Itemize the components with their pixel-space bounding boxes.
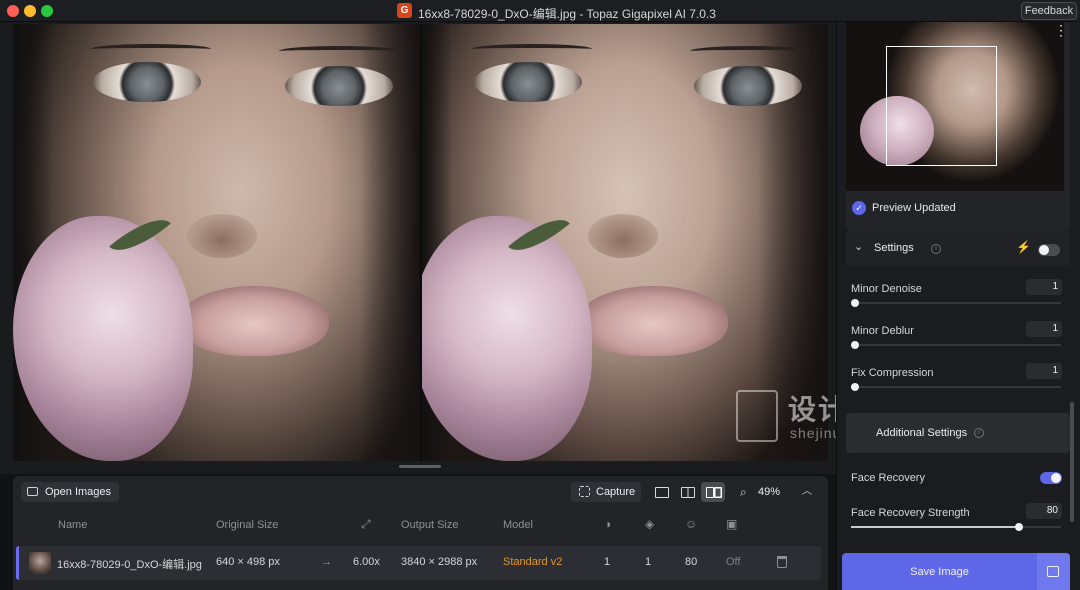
minor-deblur-slider-knob[interactable] xyxy=(851,341,859,349)
settings-title: Settings xyxy=(874,242,914,254)
open-images-label: Open Images xyxy=(45,486,112,498)
output-size-value: 3840 × 2988 px xyxy=(401,556,478,568)
settings-sidebar: ⋮ ✓ Preview Updated ⌄ Settings i ⚡ Minor… xyxy=(836,22,1080,590)
minor-denoise-label: Minor Denoise xyxy=(851,283,922,295)
sidebar-scrollbar[interactable] xyxy=(1070,402,1074,522)
capture-icon xyxy=(579,486,590,497)
check-circle-icon: ✓ xyxy=(852,201,866,215)
compression-icon: ▣ xyxy=(726,517,738,531)
deblur-value: 1 xyxy=(645,556,652,568)
capture-button[interactable]: Capture xyxy=(571,482,641,502)
single-view-button[interactable] xyxy=(649,482,673,502)
expand-arrows-icon: ⤢ xyxy=(361,517,371,531)
side-by-side-view-button[interactable] xyxy=(701,482,725,502)
compression-value: Off xyxy=(726,556,741,568)
app-logo-icon: G xyxy=(397,3,412,18)
split-view-button[interactable] xyxy=(675,482,699,502)
minor-denoise-slider[interactable] xyxy=(851,302,1061,304)
face-recovery-value: 80 xyxy=(685,556,698,568)
deblur-icon: ◈ xyxy=(645,517,655,531)
capture-label: Capture xyxy=(596,486,636,498)
chevron-up-icon[interactable]: ︿ xyxy=(802,482,812,502)
model-value[interactable]: Standard v2 xyxy=(503,556,562,568)
face-recovery-strength-slider[interactable] xyxy=(851,526,1061,528)
open-images-button[interactable]: Open Images xyxy=(21,482,120,502)
auto-settings-toggle[interactable] xyxy=(1038,244,1060,256)
scale-value: 6.00x xyxy=(353,556,380,568)
arrow-right-icon: → xyxy=(321,556,332,568)
file-thumbnail xyxy=(29,552,51,574)
preview-status-label: Preview Updated xyxy=(872,202,956,214)
navigator-viewport-rect[interactable] xyxy=(886,46,997,166)
feedback-button[interactable]: Feedback xyxy=(1021,2,1077,20)
window-maximize-button[interactable] xyxy=(41,5,53,17)
additional-settings-header[interactable]: Additional Settings i xyxy=(846,413,1070,453)
info-icon[interactable]: i xyxy=(974,428,984,438)
column-header-original-size[interactable]: Original Size xyxy=(216,519,278,531)
toggle-knob xyxy=(1051,473,1061,483)
save-image-label: Save Image xyxy=(910,566,969,578)
minor-denoise-value[interactable]: 1 xyxy=(1026,279,1062,295)
toggle-knob xyxy=(1039,245,1049,255)
fix-compression-value[interactable]: 1 xyxy=(1026,363,1062,379)
info-icon[interactable]: i xyxy=(931,244,941,254)
zoom-icon: ⌕ xyxy=(740,485,747,499)
column-header-model[interactable]: Model xyxy=(503,519,533,531)
column-header-name[interactable]: Name xyxy=(58,519,87,531)
zoom-control[interactable]: ⌕ 49% ︿ xyxy=(736,482,816,502)
face-recovery-strength-value[interactable]: 80 xyxy=(1026,503,1062,519)
face-recovery-strength-label: Face Recovery Strength xyxy=(851,507,970,519)
denoise-value: 1 xyxy=(604,556,611,568)
preview-status: ✓ Preview Updated xyxy=(852,201,956,215)
minor-deblur-label: Minor Deblur xyxy=(851,325,914,337)
fix-compression-label: Fix Compression xyxy=(851,367,934,379)
window-close-button[interactable] xyxy=(7,5,19,17)
panel-resize-handle[interactable] xyxy=(399,465,441,468)
more-options-icon[interactable]: ⋮ xyxy=(1054,23,1068,37)
navigator-card: ⋮ ✓ Preview Updated xyxy=(846,22,1070,232)
fix-compression-slider[interactable] xyxy=(851,386,1061,388)
denoise-icon: ◑ xyxy=(604,517,612,531)
face-icon: ☺ xyxy=(685,517,698,531)
image-list-panel: Open Images Capture ⌕ 49% ︿ Name Origina… xyxy=(13,476,828,590)
face-recovery-toggle[interactable] xyxy=(1040,472,1062,484)
settings-section-header[interactable]: ⌄ Settings i ⚡ xyxy=(846,232,1070,265)
minor-deblur-slider[interactable] xyxy=(851,344,1061,346)
fix-compression-slider-knob[interactable] xyxy=(851,383,859,391)
image-icon xyxy=(27,487,38,496)
face-recovery-strength-slider-knob[interactable] xyxy=(1015,523,1023,531)
export-settings-icon xyxy=(1047,566,1059,577)
slider-fill xyxy=(851,526,1019,528)
additional-settings-title: Additional Settings xyxy=(876,427,968,439)
chevron-down-icon[interactable]: ⌄ xyxy=(854,240,863,253)
minor-deblur-value[interactable]: 1 xyxy=(1026,321,1062,337)
column-header-output-size[interactable]: Output Size xyxy=(401,519,458,531)
window-title: 16xx8-78029-0_DxO-编辑.jpg - Topaz Gigapix… xyxy=(418,7,716,21)
watermark-logo-icon xyxy=(736,390,778,442)
table-row[interactable]: 16xx8-78029-0_DxO-编辑.jpg 640 × 498 px → … xyxy=(16,546,821,580)
original-size-value: 640 × 498 px xyxy=(216,556,280,568)
export-options-button[interactable] xyxy=(1037,553,1070,590)
zoom-value: 49% xyxy=(758,486,781,498)
minor-denoise-slider-knob[interactable] xyxy=(851,299,859,307)
navigator-thumbnail[interactable] xyxy=(846,22,1064,191)
image-viewer[interactable] xyxy=(0,22,836,474)
bolt-icon: ⚡ xyxy=(1016,240,1031,254)
trash-icon[interactable] xyxy=(777,556,787,568)
face-recovery-label: Face Recovery xyxy=(851,472,925,484)
original-image-pane[interactable] xyxy=(13,24,420,461)
original-image xyxy=(13,24,420,461)
window-minimize-button[interactable] xyxy=(24,5,36,17)
title-bar: G 16xx8-78029-0_DxO-编辑.jpg - Topaz Gigap… xyxy=(0,0,1080,22)
file-name: 16xx8-78029-0_DxO-编辑.jpg xyxy=(57,559,202,571)
save-image-button[interactable]: Save Image xyxy=(842,553,1070,590)
